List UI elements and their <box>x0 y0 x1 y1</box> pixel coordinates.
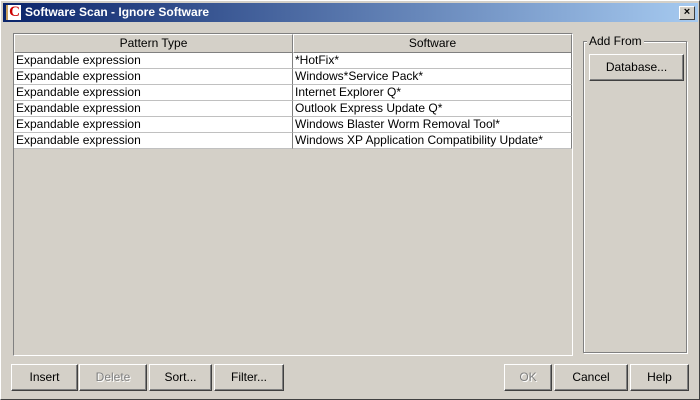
pattern-type-cell[interactable]: Expandable expression <box>14 85 293 101</box>
cancel-button[interactable]: Cancel <box>554 364 628 391</box>
column-header-pattern-type[interactable]: Pattern Type <box>14 34 293 53</box>
software-cell[interactable]: Windows*Service Pack* <box>293 69 572 85</box>
ok-button: OK <box>504 364 552 391</box>
software-cell[interactable]: Windows XP Application Compatibility Upd… <box>293 133 572 149</box>
add-from-group <box>583 41 687 353</box>
software-cell[interactable]: Outlook Express Update Q* <box>293 101 572 117</box>
app-icon: C <box>6 5 21 20</box>
table-row[interactable]: Expandable expression *HotFix* <box>14 53 572 69</box>
ignore-software-table[interactable]: Pattern Type Software Expandable express… <box>13 33 573 356</box>
insert-button[interactable]: Insert <box>11 364 78 391</box>
software-cell[interactable]: *HotFix* <box>293 53 572 69</box>
sort-button[interactable]: Sort... <box>149 364 212 391</box>
help-button[interactable]: Help <box>630 364 689 391</box>
table-row[interactable]: Expandable expression Internet Explorer Q… <box>14 85 572 101</box>
software-cell[interactable]: Windows Blaster Worm Removal Tool* <box>293 117 572 133</box>
close-button[interactable]: × <box>679 6 695 20</box>
add-from-label: Add From <box>587 34 644 48</box>
pattern-type-cell[interactable]: Expandable expression <box>14 101 293 117</box>
database-button[interactable]: Database... <box>589 54 684 81</box>
dialog-window: C Software Scan - Ignore Software × Patt… <box>0 0 700 400</box>
pattern-type-cell[interactable]: Expandable expression <box>14 133 293 149</box>
pattern-type-cell[interactable]: Expandable expression <box>14 117 293 133</box>
table-row[interactable]: Expandable expression Windows XP Applicat… <box>14 133 572 149</box>
software-cell[interactable]: Internet Explorer Q* <box>293 85 572 101</box>
table-row[interactable]: Expandable expression Windows Blaster Wor… <box>14 117 572 133</box>
column-header-software[interactable]: Software <box>293 34 572 53</box>
filter-button[interactable]: Filter... <box>214 364 284 391</box>
pattern-type-cell[interactable]: Expandable expression <box>14 69 293 85</box>
delete-button: Delete <box>79 364 147 391</box>
pattern-type-cell[interactable]: Expandable expression <box>14 53 293 69</box>
table-row[interactable]: Expandable expression Outlook Express Upd… <box>14 101 572 117</box>
table-row[interactable]: Expandable expression Windows*Service Pac… <box>14 69 572 85</box>
title-bar: C Software Scan - Ignore Software × <box>3 3 698 22</box>
window-title: Software Scan - Ignore Software <box>25 5 210 19</box>
